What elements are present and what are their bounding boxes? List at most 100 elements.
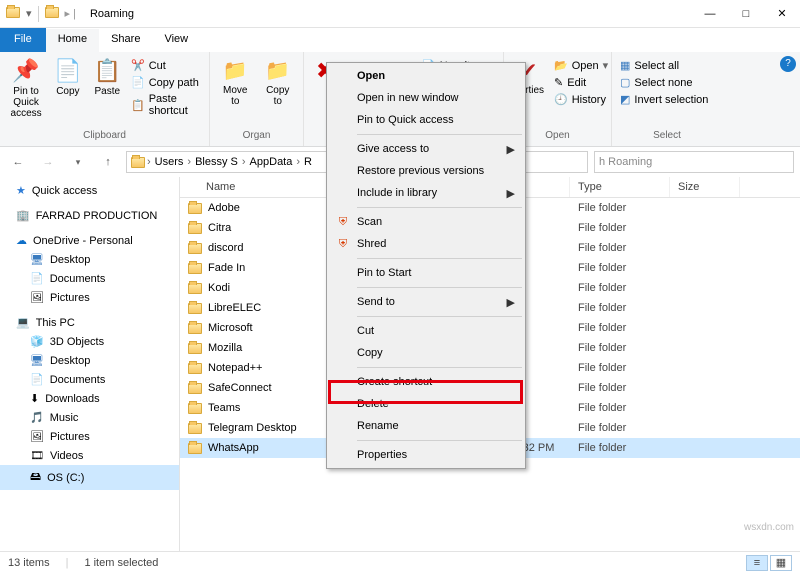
ctx-pin-quick-access[interactable]: Pin to Quick access [329, 109, 523, 131]
file-type: File folder [570, 262, 670, 274]
nav-farrad[interactable]: 🏢FARRAD PRODUCTION [0, 206, 179, 225]
folder-icon [188, 423, 202, 434]
chevron-right-icon: ▶ [507, 143, 515, 156]
history-button[interactable]: 🕘History [552, 92, 610, 107]
ctx-create-shortcut[interactable]: Create shortcut [329, 371, 523, 393]
select-none-button[interactable]: ▢Select none [618, 75, 716, 90]
ribbon-tabs: File Home Share View [0, 28, 800, 52]
group-clipboard-label: Clipboard [6, 130, 203, 142]
nav-downloads[interactable]: ⬇Downloads [0, 389, 179, 408]
folder-icon [188, 283, 202, 294]
ctx-give-access[interactable]: Give access to▶ [329, 138, 523, 160]
folder-icon [188, 383, 202, 394]
nav-desktop[interactable]: 🖥Desktop [0, 250, 179, 269]
file-name: Notepad++ [208, 362, 262, 374]
ctx-include-library[interactable]: Include in library▶ [329, 182, 523, 204]
move-to-button[interactable]: 📁Move to [216, 56, 255, 109]
nav-documents2[interactable]: 📄Documents [0, 370, 179, 389]
nav-documents[interactable]: 📄Documents [0, 269, 179, 288]
nav-3dobjects[interactable]: 🧊3D Objects [0, 332, 179, 351]
up-button[interactable]: ↑ [96, 150, 120, 174]
folder-icon [188, 343, 202, 354]
forward-button[interactable]: → [36, 150, 60, 174]
nav-onedrive[interactable]: ☁OneDrive - Personal [0, 231, 179, 250]
file-type: File folder [570, 242, 670, 254]
tab-share[interactable]: Share [99, 28, 152, 52]
recent-button[interactable]: ▾ [66, 150, 90, 174]
view-large-button[interactable]: ▦ [770, 555, 792, 571]
star-icon: ★ [16, 184, 26, 197]
folder-icon [188, 223, 202, 234]
watermark: wsxdn.com [744, 522, 794, 533]
ctx-scan[interactable]: ⛨Scan [329, 211, 523, 233]
crumb-users[interactable]: Users [153, 156, 186, 168]
select-all-icon: ▦ [620, 59, 630, 72]
view-details-button[interactable]: ≡ [746, 555, 768, 571]
cut-button[interactable]: ✂️Cut [129, 58, 203, 73]
copy-button[interactable]: 📄Copy [50, 56, 85, 99]
file-type: File folder [570, 382, 670, 394]
videos-icon: 🎞 [30, 449, 44, 462]
ctx-properties[interactable]: Properties [329, 444, 523, 466]
ctx-open[interactable]: Open [329, 65, 523, 87]
file-name: Kodi [208, 282, 230, 294]
shield-icon: ⛨ [335, 238, 351, 251]
title-bar: ▾ ▸ | Roaming — □ ✕ [0, 0, 800, 28]
nav-desktop2[interactable]: 🖥Desktop [0, 351, 179, 370]
file-type: File folder [570, 282, 670, 294]
qat-divider: ▸ | [65, 7, 76, 20]
tab-home[interactable]: Home [46, 28, 99, 52]
col-size[interactable]: Size [670, 177, 740, 197]
ctx-send-to[interactable]: Send to▶ [329, 291, 523, 313]
minimize-button[interactable]: — [692, 0, 728, 28]
search-text: h Roaming [599, 156, 652, 168]
select-all-button[interactable]: ▦Select all [618, 58, 716, 73]
tab-view[interactable]: View [152, 28, 200, 52]
close-button[interactable]: ✕ [764, 0, 800, 28]
nav-pictures[interactable]: 🖼Pictures [0, 288, 179, 307]
ctx-restore-versions[interactable]: Restore previous versions [329, 160, 523, 182]
ctx-pin-start[interactable]: Pin to Start [329, 262, 523, 284]
documents-icon: 📄 [30, 373, 44, 386]
crumb-user[interactable]: Blessy S [193, 156, 240, 168]
nav-pictures2[interactable]: 🖼Pictures [0, 427, 179, 446]
open-button[interactable]: 📂Open ▾ [552, 58, 610, 73]
crumb-appdata[interactable]: AppData [248, 156, 295, 168]
pin-quick-access-button[interactable]: 📌Pin to Quick access [6, 56, 46, 121]
col-type[interactable]: Type [570, 177, 670, 197]
ctx-shred[interactable]: ⛨Shred [329, 233, 523, 255]
nav-music[interactable]: 🎵Music [0, 408, 179, 427]
folder-icon [188, 303, 202, 314]
nav-os-c[interactable]: 🖴OS (C:) [0, 465, 179, 490]
scissors-icon: ✂️ [131, 59, 145, 72]
folder-icon [6, 7, 20, 21]
file-name: Mozilla [208, 342, 242, 354]
maximize-button[interactable]: □ [728, 0, 764, 28]
ctx-open-new-window[interactable]: Open in new window [329, 87, 523, 109]
nav-quick-access[interactable]: ★Quick access [0, 181, 179, 200]
ctx-cut[interactable]: Cut [329, 320, 523, 342]
edit-button[interactable]: ✎Edit [552, 75, 610, 90]
invert-selection-button[interactable]: ◩Invert selection [618, 92, 716, 107]
file-type: File folder [570, 342, 670, 354]
tab-file[interactable]: File [0, 28, 46, 52]
paste-shortcut-button[interactable]: 📋Paste shortcut [129, 92, 203, 118]
help-button[interactable]: ? [780, 56, 796, 72]
nav-videos[interactable]: 🎞Videos [0, 446, 179, 465]
copy-path-button[interactable]: 📄Copy path [129, 75, 203, 90]
navigation-pane[interactable]: ★Quick access 🏢FARRAD PRODUCTION ☁OneDri… [0, 177, 180, 551]
paste-button[interactable]: 📋Paste [90, 56, 125, 99]
invert-icon: ◩ [620, 93, 630, 106]
dropdown-icon[interactable]: ▾ [26, 7, 32, 20]
cube-icon: 🧊 [30, 335, 44, 348]
ctx-delete[interactable]: Delete [329, 393, 523, 415]
search-box[interactable]: h Roaming [594, 151, 794, 173]
file-name: LibreELEC [208, 302, 261, 314]
ctx-rename[interactable]: Rename [329, 415, 523, 437]
nav-this-pc[interactable]: 💻This PC [0, 313, 179, 332]
copy-to-button[interactable]: 📁Copy to [259, 56, 298, 109]
crumb-roaming[interactable]: R [302, 156, 314, 168]
back-button[interactable]: ← [6, 150, 30, 174]
file-name: Citra [208, 222, 231, 234]
ctx-copy[interactable]: Copy [329, 342, 523, 364]
